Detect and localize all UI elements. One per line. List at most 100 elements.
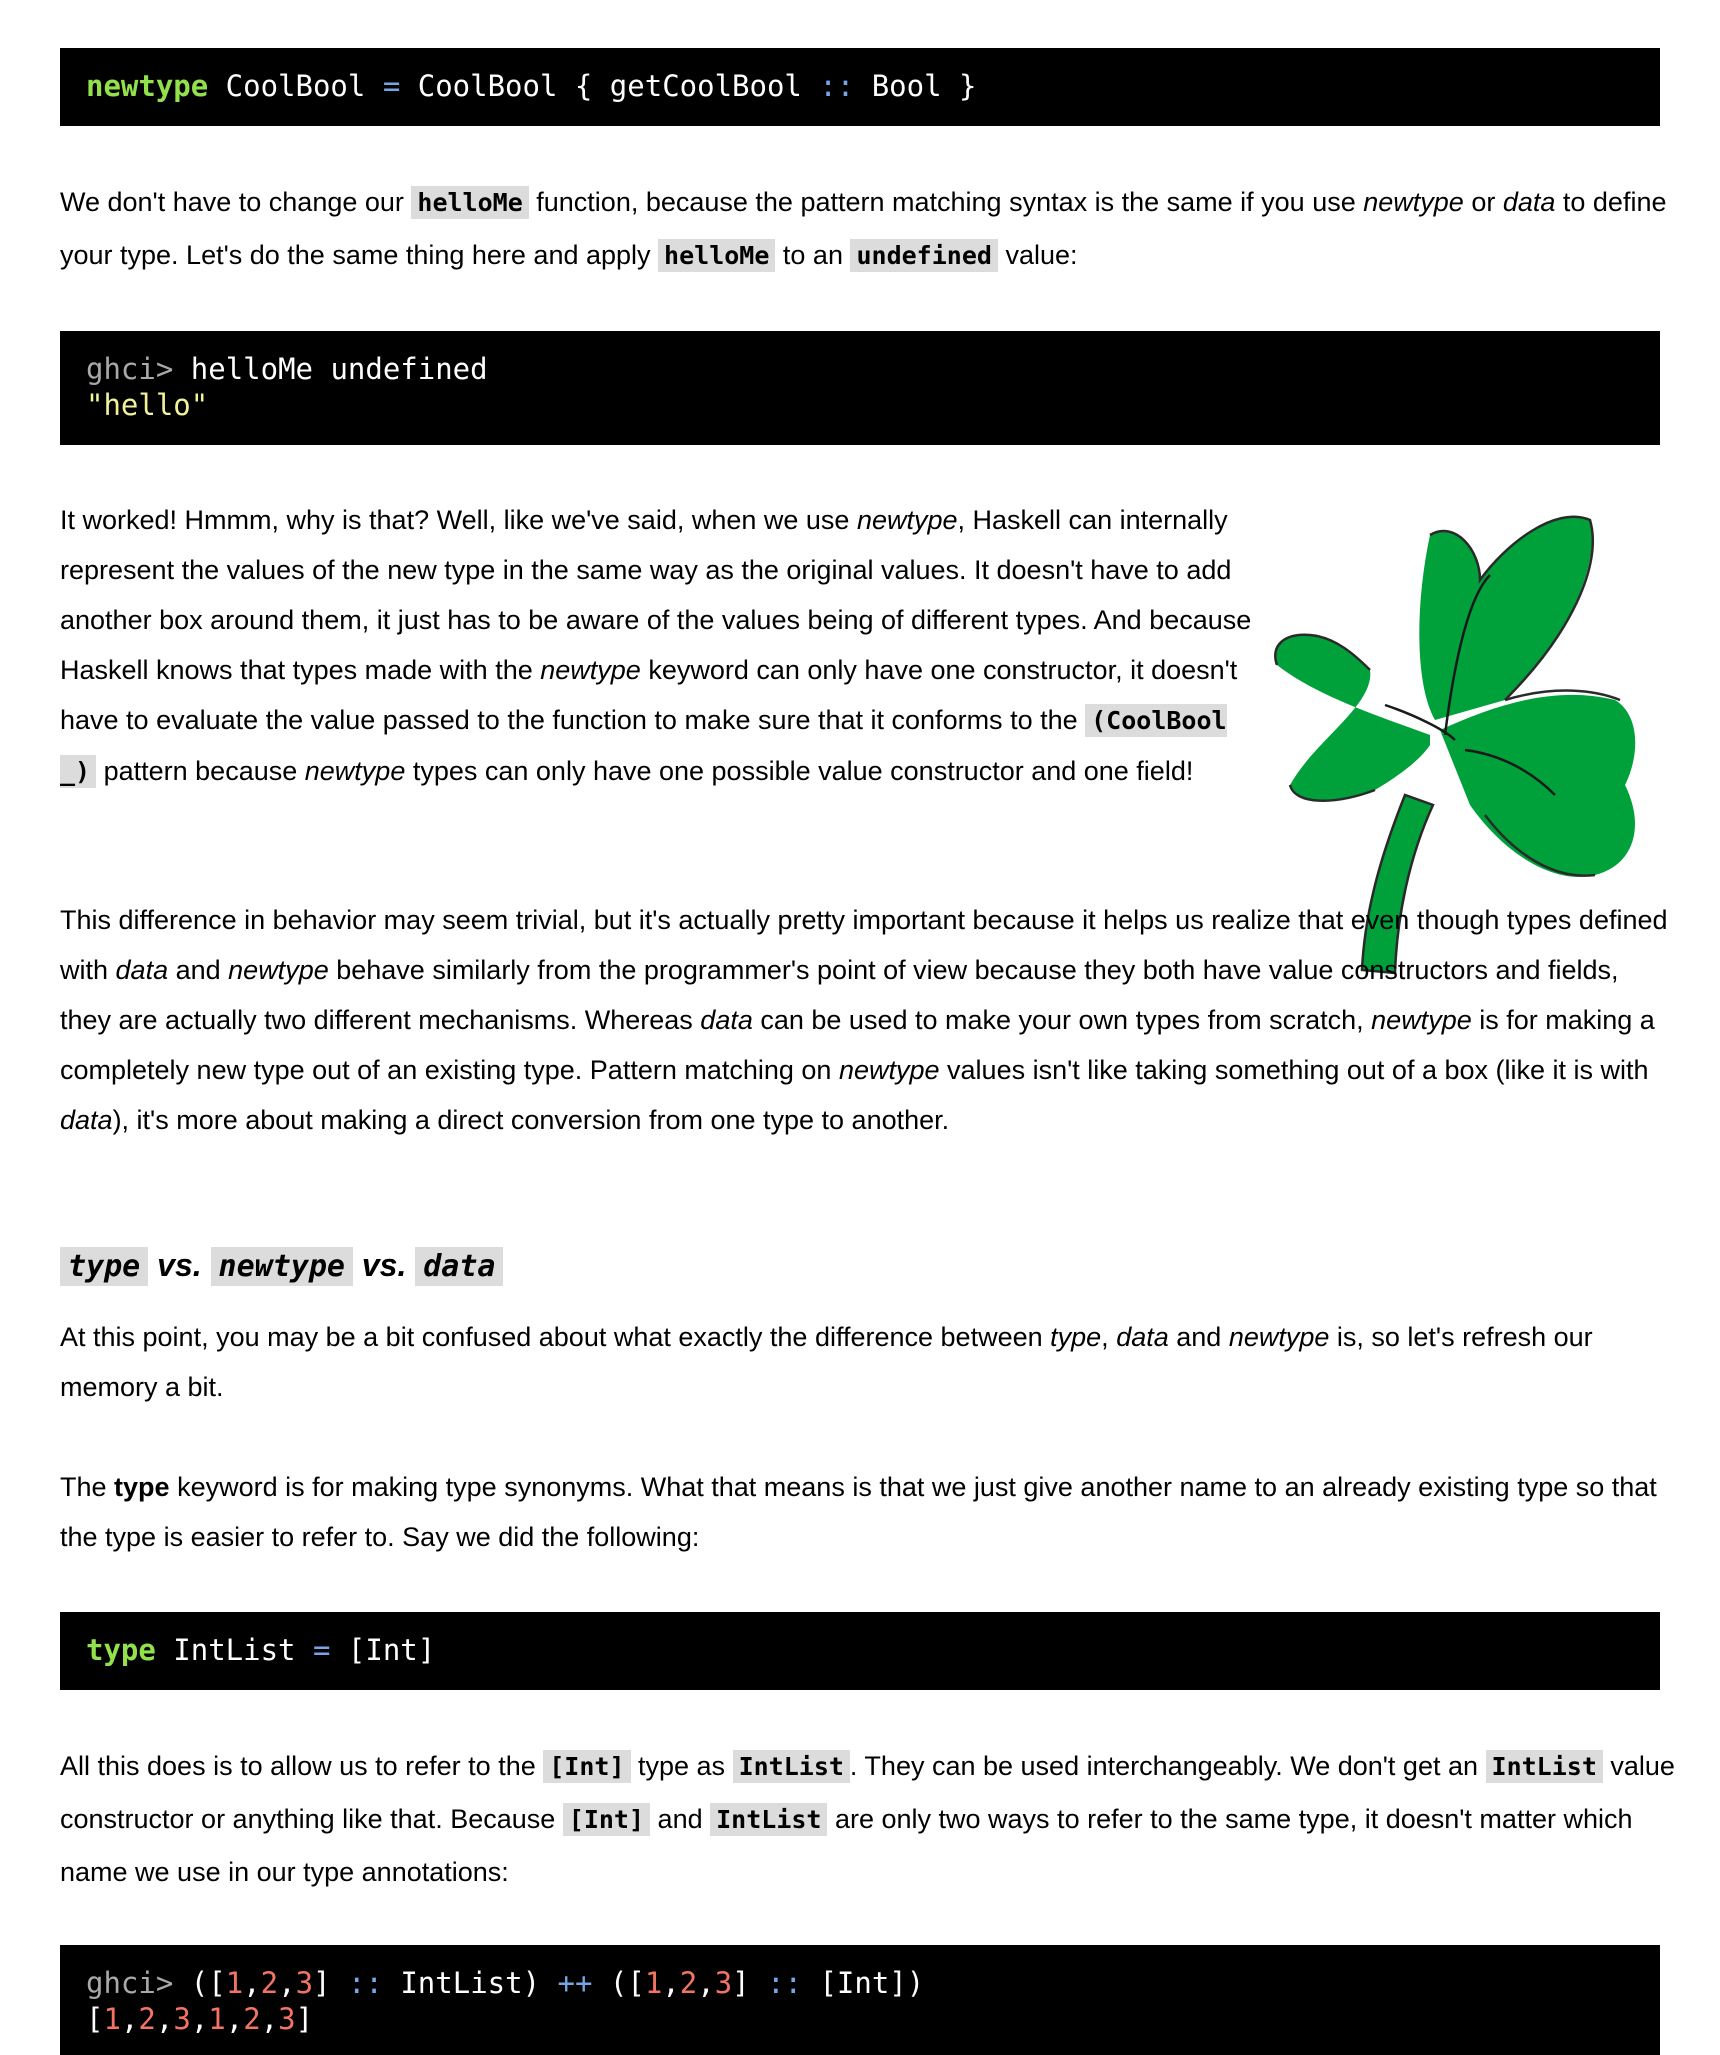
code-block-ghci-hellome: ghci> helloMe undefined "hello" [60, 331, 1660, 445]
emphasis: newtype [1371, 1005, 1472, 1035]
emphasis: data [700, 1005, 753, 1035]
text: We don't have to change our [60, 187, 412, 217]
code-block-newtype-coolbool: newtype CoolBool = CoolBool { getCoolBoo… [60, 48, 1660, 126]
text: can be used to make your own types from … [752, 1005, 1372, 1035]
code-text: ] [295, 2002, 314, 2036]
code-number: 1 [103, 2002, 121, 2036]
code-text: , [120, 2002, 139, 2036]
code-text: IntList) [382, 1966, 558, 2000]
text: At this point, you may be a bit confused… [60, 1322, 1051, 1352]
code-text: ([ [173, 1966, 226, 2000]
heading-code: data [415, 1247, 504, 1286]
text: and [650, 1804, 711, 1834]
code-text: , [190, 2002, 209, 2036]
heading-code: type [60, 1247, 149, 1286]
text: The [60, 1472, 115, 1502]
code-text: ] [313, 1966, 348, 2000]
paragraph-confused: At this point, you may be a bit confused… [60, 1312, 1675, 1412]
emphasis: data [1116, 1322, 1169, 1352]
page: newtype CoolBool = CoolBool { getCoolBoo… [0, 0, 1720, 2055]
emphasis: newtype [838, 1055, 940, 1085]
code-text: ([ [592, 1966, 645, 2000]
code-text: , [278, 1966, 296, 2000]
text: function, because the pattern matching s… [528, 187, 1364, 217]
code-number: 3 [714, 1966, 733, 2000]
code-text: CoolBool [208, 69, 383, 103]
text: value: [997, 240, 1078, 270]
inline-code: IntList [710, 1803, 828, 1836]
emphasis: newtype [304, 756, 406, 786]
text: and [1168, 1322, 1229, 1352]
code-operator: :: [767, 1966, 802, 2000]
inline-code: [Int] [562, 1803, 651, 1836]
code-text: , [697, 1966, 715, 2000]
code-operator: = [312, 1633, 331, 1667]
code-text: [Int]) [802, 1966, 925, 2000]
inline-code: IntList [732, 1750, 850, 1783]
code-string: "hello" [86, 388, 209, 422]
code-operator: ++ [557, 1966, 593, 2000]
code-number: 2 [243, 2002, 261, 2036]
code-operator: :: [819, 69, 855, 103]
inline-code: [Int] [543, 1750, 631, 1783]
code-block-ghci-intlist-concat: ghci> ([1,2,3] :: IntList) ++ ([1,2,3] :… [60, 1945, 1660, 2055]
inline-code: helloMe [658, 239, 776, 272]
emphasis: type [1050, 1322, 1102, 1352]
code-text: helloMe undefined [173, 352, 488, 386]
paragraph-it-worked: It worked! Hmmm, why is that? Well, like… [60, 495, 1260, 797]
code-keyword: type [86, 1633, 156, 1667]
code-text: , [260, 2002, 279, 2036]
code-text: CoolBool { getCoolBool [400, 69, 820, 103]
code-number: 2 [138, 2002, 156, 2036]
text: It worked! Hmmm, why is that? Well, like… [60, 505, 857, 535]
code-text: IntList [155, 1633, 313, 1667]
code-text: , [243, 1966, 261, 2000]
code-text: , [155, 2002, 174, 2036]
text: and [168, 955, 229, 985]
code-number: 1 [225, 1966, 244, 2000]
bold-text: type [114, 1472, 170, 1502]
text: , [1101, 1322, 1117, 1352]
emphasis: newtype [1228, 1322, 1330, 1352]
emphasis: data [60, 1105, 113, 1135]
text: All this does is to allow us to refer to… [60, 1751, 544, 1781]
text: ), it's more about making a direct conve… [112, 1105, 950, 1135]
emphasis: newtype [228, 955, 329, 985]
paragraph-type-keyword: The type keyword is for making type syno… [60, 1462, 1675, 1562]
code-text: , [662, 1966, 680, 2000]
code-number: 1 [644, 1966, 663, 2000]
ghci-prompt: ghci> [86, 352, 174, 386]
emphasis: data [115, 955, 169, 985]
text: or [1463, 187, 1503, 217]
code-text: [Int] [330, 1633, 436, 1667]
inline-code: IntList [1485, 1750, 1603, 1783]
code-text: ] [732, 1966, 768, 2000]
code-block-type-intlist: type IntList = [Int] [60, 1612, 1660, 1690]
code-text: [ [86, 2002, 104, 2036]
heading-code: newtype [210, 1247, 353, 1286]
code-number: 3 [295, 1966, 314, 2000]
code-number: 2 [260, 1966, 279, 2000]
emphasis: newtype [856, 505, 958, 535]
code-number: 3 [278, 2002, 296, 2036]
inline-code: undefined [850, 239, 998, 272]
emphasis: data [1502, 187, 1556, 217]
inline-code: helloMe [411, 186, 529, 219]
emphasis: newtype [1363, 187, 1464, 217]
text: to an [775, 240, 851, 270]
code-number: 3 [173, 2002, 191, 2036]
text: pattern because [96, 756, 305, 786]
code-keyword: newtype [86, 69, 209, 103]
text: keyword is for making type synonyms. Wha… [60, 1472, 1657, 1552]
heading-text: vs. [148, 1247, 211, 1283]
code-operator: :: [347, 1966, 383, 2000]
code-number: 1 [208, 2002, 226, 2036]
text: . They can be used interchangeably. We d… [849, 1751, 1486, 1781]
emphasis: newtype [540, 655, 641, 685]
text: types can only have one possible value c… [405, 756, 1194, 786]
paragraph-difference-in-behavior: This difference in behavior may seem tri… [60, 895, 1675, 1145]
code-operator: = [382, 69, 401, 103]
code-number: 2 [679, 1966, 698, 2000]
ghci-prompt: ghci> [86, 1966, 174, 2000]
paragraph-hellome: We don't have to change our helloMe func… [60, 176, 1670, 282]
